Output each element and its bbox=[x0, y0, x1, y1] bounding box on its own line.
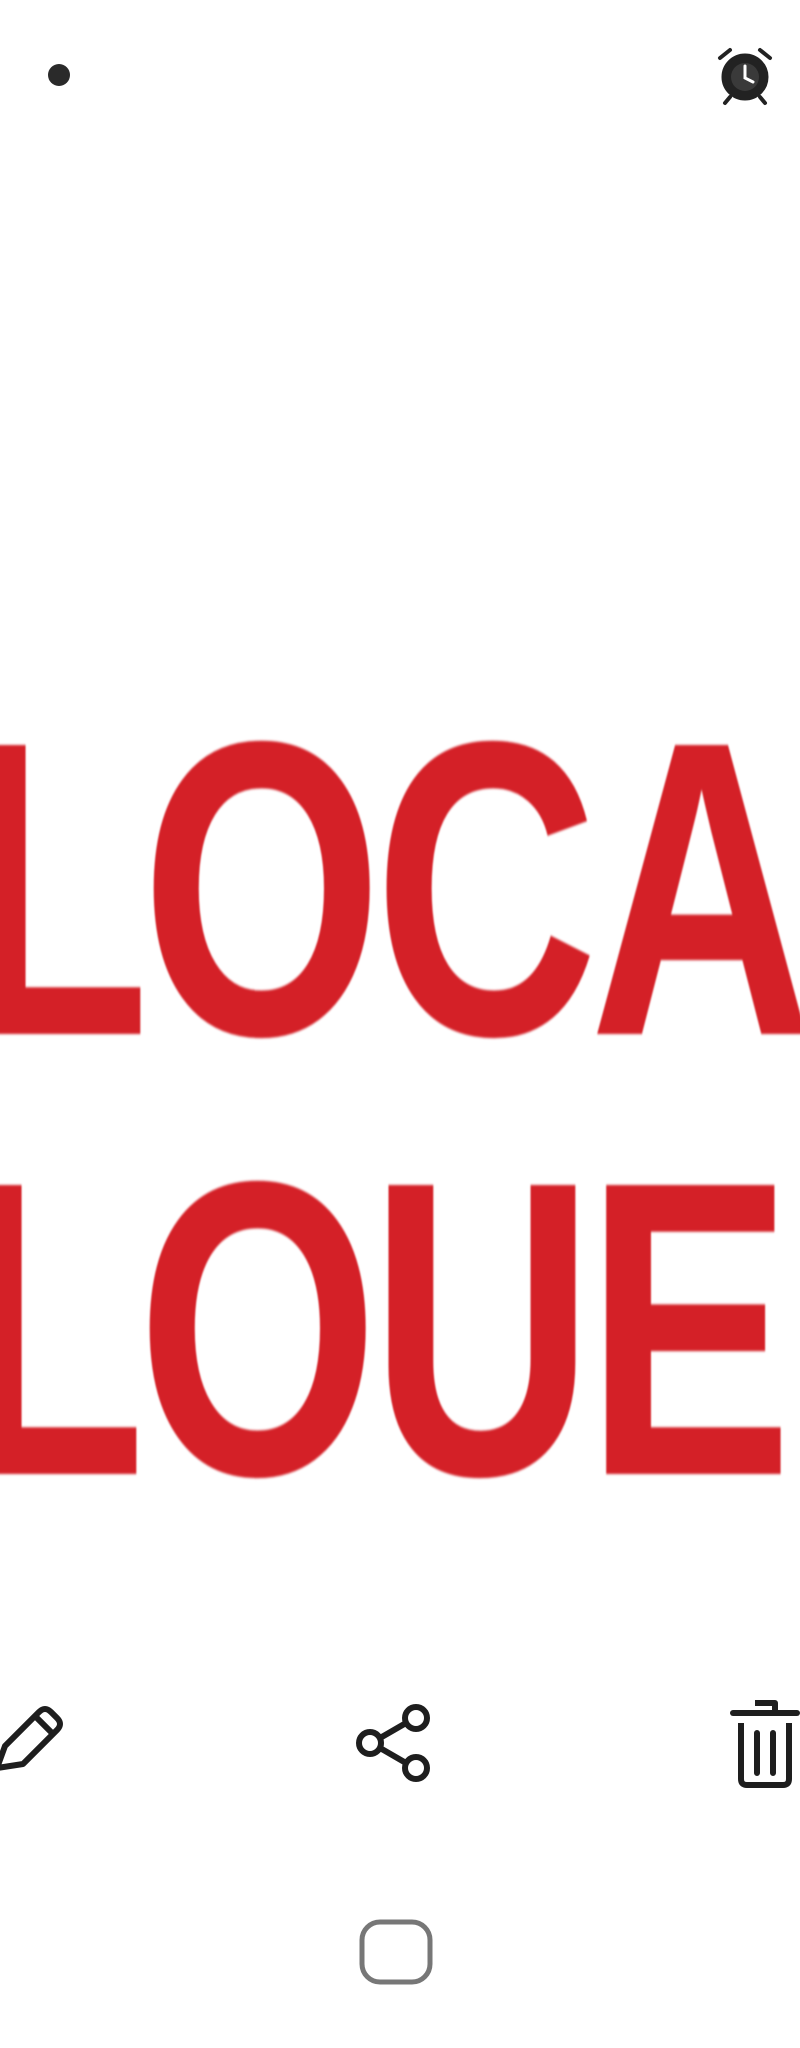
sign-text-line-1: LOCAL bbox=[0, 655, 800, 1124]
trash-icon bbox=[725, 1695, 800, 1796]
edit-button[interactable] bbox=[0, 1690, 72, 1800]
photo-toolbar bbox=[0, 1690, 800, 1810]
delete-button[interactable] bbox=[720, 1690, 800, 1800]
alarm-clock-icon bbox=[712, 42, 778, 108]
notification-dot-icon bbox=[48, 64, 70, 86]
home-button[interactable] bbox=[356, 1918, 436, 1990]
share-icon bbox=[348, 1698, 438, 1793]
photo-content: LOCAL LOUE bbox=[0, 640, 800, 1560]
home-square-icon bbox=[356, 1916, 436, 1993]
pencil-icon bbox=[0, 1698, 67, 1793]
share-button[interactable] bbox=[348, 1690, 438, 1800]
sign-text-line-2: LOUE bbox=[0, 1095, 793, 1560]
